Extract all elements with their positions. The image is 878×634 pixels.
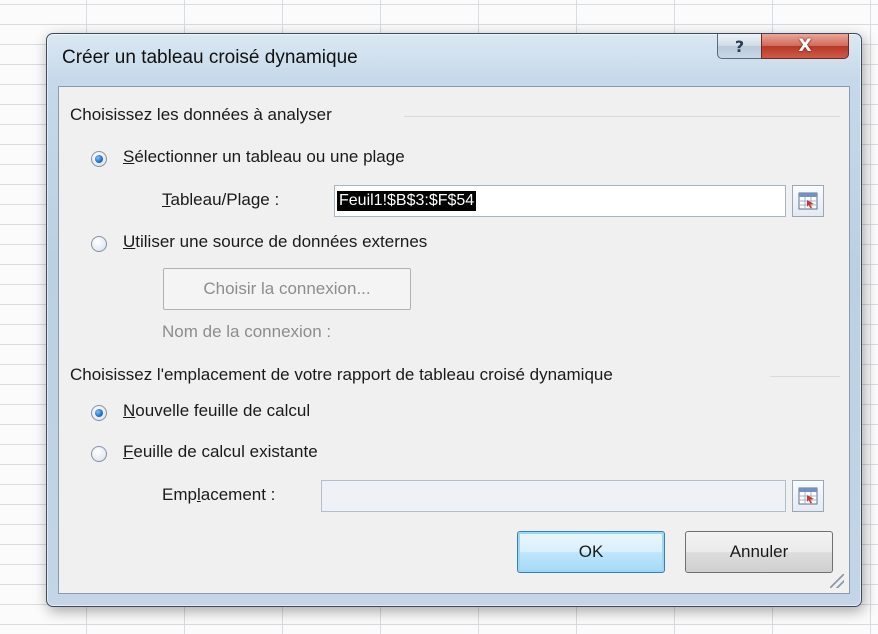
radio-external-source-label[interactable]: Utiliser une source de données externes: [123, 232, 427, 252]
close-icon: X: [798, 36, 812, 56]
close-button[interactable]: X: [761, 34, 849, 59]
radio-select-range-label[interactable]: Sélectionner un tableau ou une plage: [123, 147, 405, 167]
radio-existing-sheet[interactable]: [91, 446, 107, 462]
range-input[interactable]: Feuil1!$B$3:$F$54: [334, 185, 786, 217]
group-divider: [404, 116, 840, 117]
radio-new-sheet-label[interactable]: Nouvelle feuille de calcul: [123, 401, 310, 421]
dialog-title: Créer un tableau croisé dynamique: [62, 47, 358, 68]
help-button[interactable]: ?: [717, 34, 762, 59]
group-divider: [770, 376, 840, 377]
location-input[interactable]: [321, 480, 786, 512]
radio-select-range[interactable]: [91, 151, 107, 167]
range-picker-button[interactable]: [792, 185, 824, 217]
location-section-heading: Choisissez l'emplacement de votre rappor…: [70, 365, 613, 384]
range-label: Tableau/Plage :: [162, 190, 280, 209]
location-label: Emplacement :: [162, 485, 276, 504]
choose-connection-button[interactable]: Choisir la connexion...: [163, 268, 411, 310]
help-icon: ?: [734, 36, 745, 56]
resize-grip-icon[interactable]: [830, 574, 844, 588]
cancel-button[interactable]: Annuler: [685, 531, 833, 573]
ok-button[interactable]: OK: [517, 531, 665, 573]
location-picker-button[interactable]: [792, 480, 824, 512]
radio-existing-sheet-label[interactable]: Feuille de calcul existante: [123, 442, 318, 462]
radio-new-sheet[interactable]: [91, 405, 107, 421]
connection-name-label: Nom de la connexion :: [162, 322, 332, 341]
range-picker-icon: [798, 192, 818, 210]
data-section-heading: Choisissez les données à analyser: [70, 105, 332, 124]
radio-external-source[interactable]: [91, 236, 107, 252]
range-picker-icon: [798, 487, 818, 505]
range-input-value: Feuil1!$B$3:$F$54: [337, 191, 477, 211]
